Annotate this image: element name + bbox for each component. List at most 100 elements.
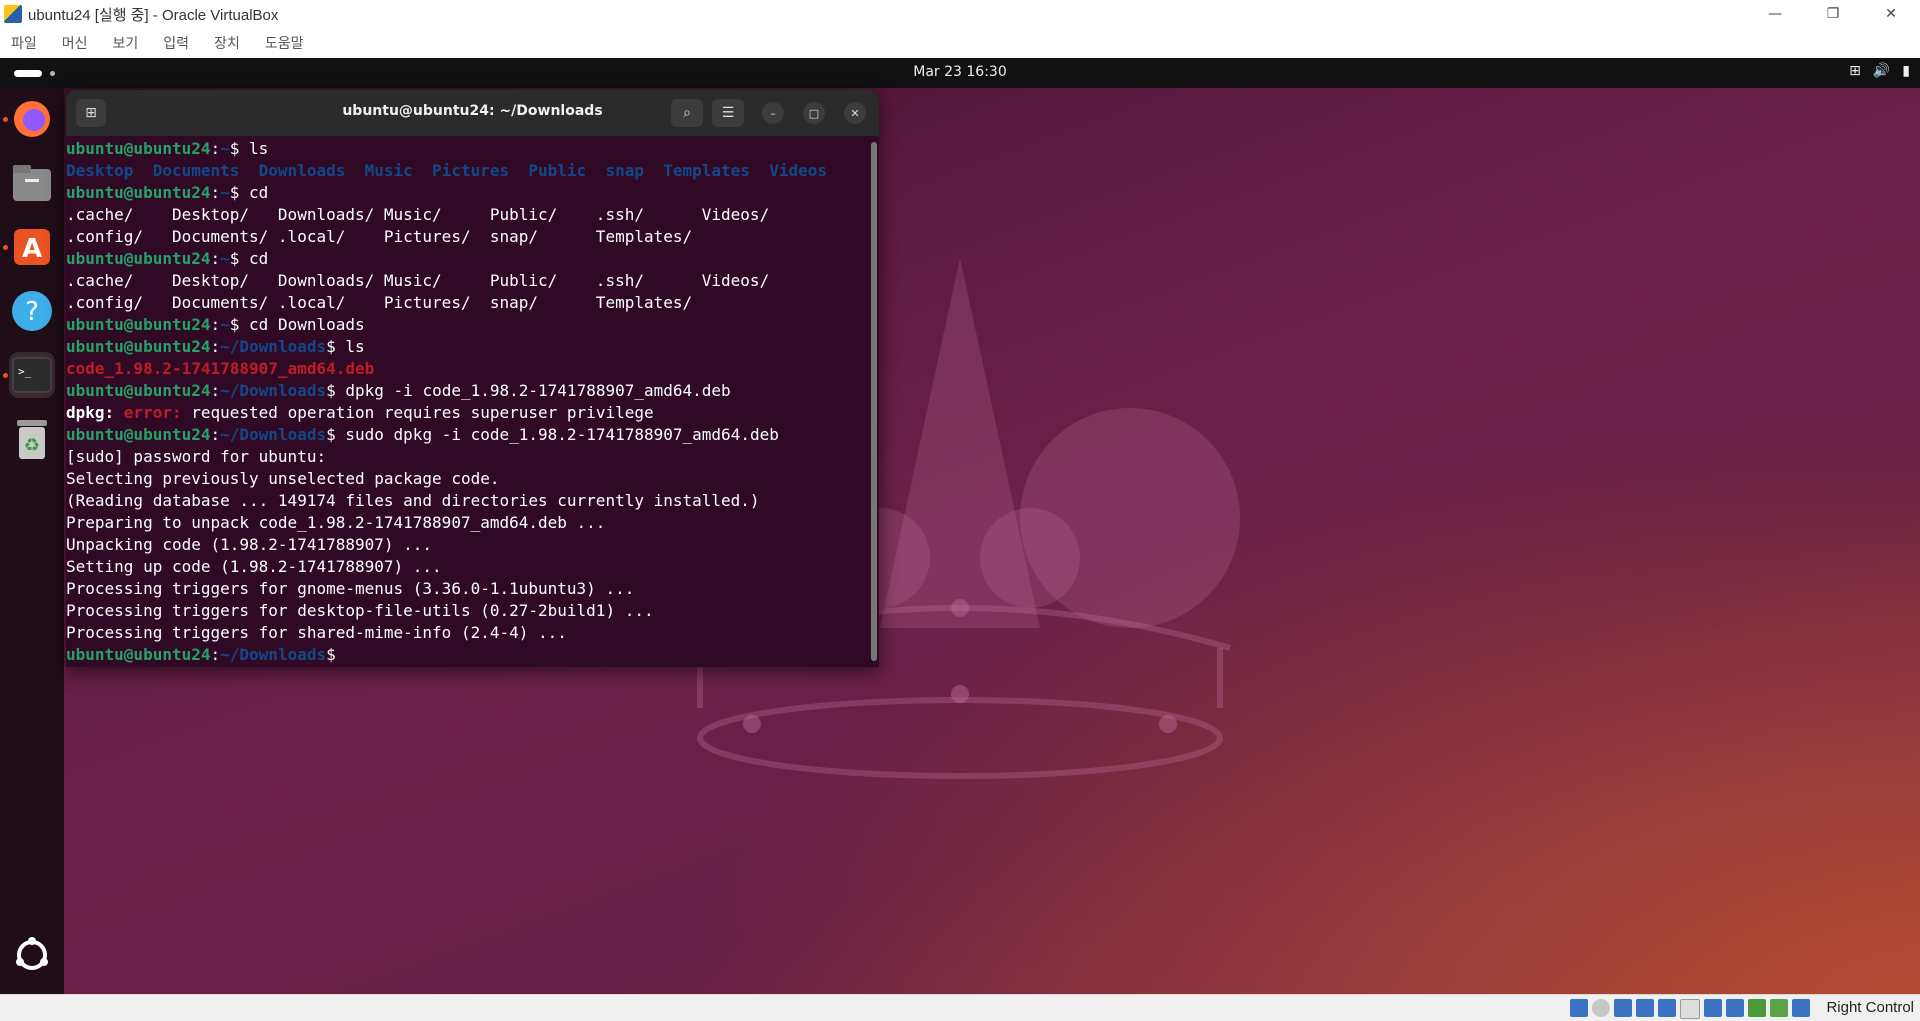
terminal-text-segment: ubuntu@ubuntu24	[66, 315, 211, 334]
terminal-line: dpkg: error: requested operation require…	[66, 402, 868, 424]
terminal-line: [sudo] password for ubuntu:	[66, 446, 868, 468]
recording-icon[interactable]	[1726, 999, 1744, 1017]
terminal-text-segment: dpkg:	[66, 403, 124, 422]
cpu-icon[interactable]	[1770, 999, 1788, 1017]
dock-item-app-center[interactable]: A	[9, 224, 55, 270]
terminal-window[interactable]: ⊞ ubuntu@ubuntu24: ~/Downloads ⌕ ☰ – □ ✕…	[66, 90, 879, 667]
audio-icon[interactable]	[1614, 999, 1632, 1017]
display-icon[interactable]	[1704, 999, 1722, 1017]
clock[interactable]: Mar 23 16:30	[0, 64, 1920, 80]
terminal-text-segment: $ cd	[229, 183, 269, 202]
terminal-text-segment: Desktop Documents Downloads Music Pictur…	[66, 161, 827, 180]
terminal-text-segment: ~	[220, 183, 230, 202]
terminal-text-segment: Processing triggers for shared-mime-info…	[66, 623, 567, 642]
ubuntu-dock: A ? >_ ♻	[0, 88, 64, 994]
hamburger-menu-icon: ☰	[721, 105, 735, 121]
terminal-line: Processing triggers for shared-mime-info…	[66, 622, 868, 644]
minimize-button[interactable]: —	[1746, 0, 1804, 28]
shared-folder-icon[interactable]	[1680, 999, 1700, 1019]
search-button[interactable]: ⌕	[671, 99, 703, 127]
app-center-icon: A	[14, 229, 50, 265]
menu-button[interactable]: ☰	[712, 99, 744, 127]
hard-disk-icon[interactable]	[1570, 999, 1588, 1017]
maximize-button[interactable]: □	[803, 102, 825, 124]
close-button[interactable]: ✕	[1862, 0, 1920, 28]
terminal-line: ubuntu@ubuntu24:~$ ls	[66, 138, 868, 160]
terminal-text-segment: ~/Downloads	[220, 645, 327, 664]
terminal-header-bar[interactable]: ⊞ ubuntu@ubuntu24: ~/Downloads ⌕ ☰ – □ ✕	[66, 90, 879, 136]
terminal-text-segment: Preparing to unpack code_1.98.2-17417889…	[66, 513, 606, 532]
terminal-line: .cache/ Desktop/ Downloads/ Music/ Publi…	[66, 270, 868, 292]
terminal-text-segment: ~/Downloads	[220, 381, 327, 400]
terminal-line: Unpacking code (1.98.2-1741788907) ...	[66, 534, 868, 556]
svg-text:A: A	[22, 234, 42, 264]
dock-item-files[interactable]	[9, 160, 55, 206]
terminal-text-segment: .config/ Documents/ .local/ Pictures/ sn…	[66, 227, 693, 246]
host-status-bar: Right Control	[0, 994, 1920, 1021]
terminal-line: ubuntu@ubuntu24:~/Downloads$	[66, 644, 868, 666]
running-indicator	[3, 245, 8, 250]
terminal-text-segment: .config/ Documents/ .local/ Pictures/ sn…	[66, 293, 693, 312]
terminal-line: Processing triggers for gnome-menus (3.3…	[66, 578, 868, 600]
terminal-line: code_1.98.2-1741788907_amd64.deb	[66, 358, 868, 380]
network-adapter-icon[interactable]	[1636, 999, 1654, 1017]
terminal-text-segment: :	[210, 183, 221, 202]
terminal-text-segment: :	[210, 315, 221, 334]
svg-text:♻: ♻	[24, 435, 40, 456]
dock-item-terminal[interactable]: >_	[9, 352, 55, 398]
terminal-text-segment: .cache/ Desktop/ Downloads/ Music/ Publi…	[66, 205, 770, 224]
search-icon: ⌕	[683, 105, 691, 121]
usb-icon[interactable]	[1658, 999, 1676, 1017]
network-icon: ⊞	[1849, 63, 1861, 79]
host-title-bar: ubuntu24 [실행 중] - Oracle VirtualBox — ❐ …	[0, 0, 1920, 28]
terminal-output[interactable]: ubuntu@ubuntu24:~$ ls Desktop Documents D…	[66, 136, 868, 667]
terminal-line: ubuntu@ubuntu24:~$ cd	[66, 182, 868, 204]
minimize-button[interactable]: –	[762, 102, 784, 124]
terminal-text-segment: $ dpkg -i code_1.98.2-1741788907_amd64.d…	[326, 381, 731, 400]
terminal-line: ubuntu@ubuntu24:~$ cd	[66, 248, 868, 270]
close-button[interactable]: ✕	[844, 102, 866, 124]
show-apps-button[interactable]	[9, 932, 55, 978]
terminal-text-segment: ubuntu@ubuntu24	[66, 425, 211, 444]
terminal-text-segment: ubuntu@ubuntu24	[66, 645, 211, 664]
terminal-text-segment: :	[210, 139, 221, 158]
dock-item-firefox[interactable]	[9, 96, 55, 142]
terminal-text-segment: :	[210, 337, 221, 356]
optical-drive-icon[interactable]	[1592, 999, 1610, 1017]
terminal-scrollbar[interactable]	[871, 142, 877, 661]
terminal-text-segment: ~/Downloads	[220, 337, 327, 356]
ubuntu-logo-icon	[16, 937, 48, 970]
dock-item-trash[interactable]: ♻	[9, 416, 55, 462]
mouse-integration-icon[interactable]	[1748, 999, 1766, 1017]
terminal-text-segment: [sudo] password for ubuntu:	[66, 447, 327, 466]
terminal-text-segment: ubuntu@ubuntu24	[66, 139, 211, 158]
menu-devices[interactable]: 장치	[214, 33, 240, 53]
menu-machine[interactable]: 머신	[62, 33, 88, 53]
menu-help[interactable]: 도움말	[265, 33, 304, 53]
menu-file[interactable]: 파일	[11, 33, 37, 53]
restore-button[interactable]: ❐	[1804, 0, 1862, 28]
terminal-text-segment: ~/Downloads	[220, 425, 327, 444]
running-indicator	[3, 117, 8, 122]
terminal-text-segment: $ cd	[229, 249, 269, 268]
terminal-icon: >_	[12, 357, 52, 393]
terminal-line: Setting up code (1.98.2-1741788907) ...	[66, 556, 868, 578]
terminal-text-segment: .cache/ Desktop/ Downloads/ Music/ Publi…	[66, 271, 770, 290]
menu-view[interactable]: 보기	[113, 33, 139, 53]
menu-input[interactable]: 입력	[163, 33, 189, 53]
host-menu-bar: 파일 머신 보기 입력 장치 도움말	[0, 28, 1920, 59]
terminal-line: .cache/ Desktop/ Downloads/ Music/ Publi…	[66, 204, 868, 226]
dock-item-help[interactable]: ?	[9, 288, 55, 334]
terminal-text-segment: :	[210, 645, 221, 664]
system-tray[interactable]: ⊞ 🔊 ▮	[1849, 63, 1910, 79]
gnome-top-bar: Mar 23 16:30 ⊞ 🔊 ▮	[0, 58, 1920, 88]
close-icon: ✕	[850, 106, 860, 120]
terminal-line: .config/ Documents/ .local/ Pictures/ sn…	[66, 292, 868, 314]
terminal-text-segment: :	[210, 381, 221, 400]
terminal-text-segment: ubuntu@ubuntu24	[66, 381, 211, 400]
keyboard-capture-icon[interactable]	[1792, 999, 1810, 1017]
files-icon	[13, 165, 51, 201]
terminal-text-segment: Setting up code (1.98.2-1741788907) ...	[66, 557, 442, 576]
terminal-text-segment: $	[326, 645, 346, 664]
terminal-line: Desktop Documents Downloads Music Pictur…	[66, 160, 868, 182]
